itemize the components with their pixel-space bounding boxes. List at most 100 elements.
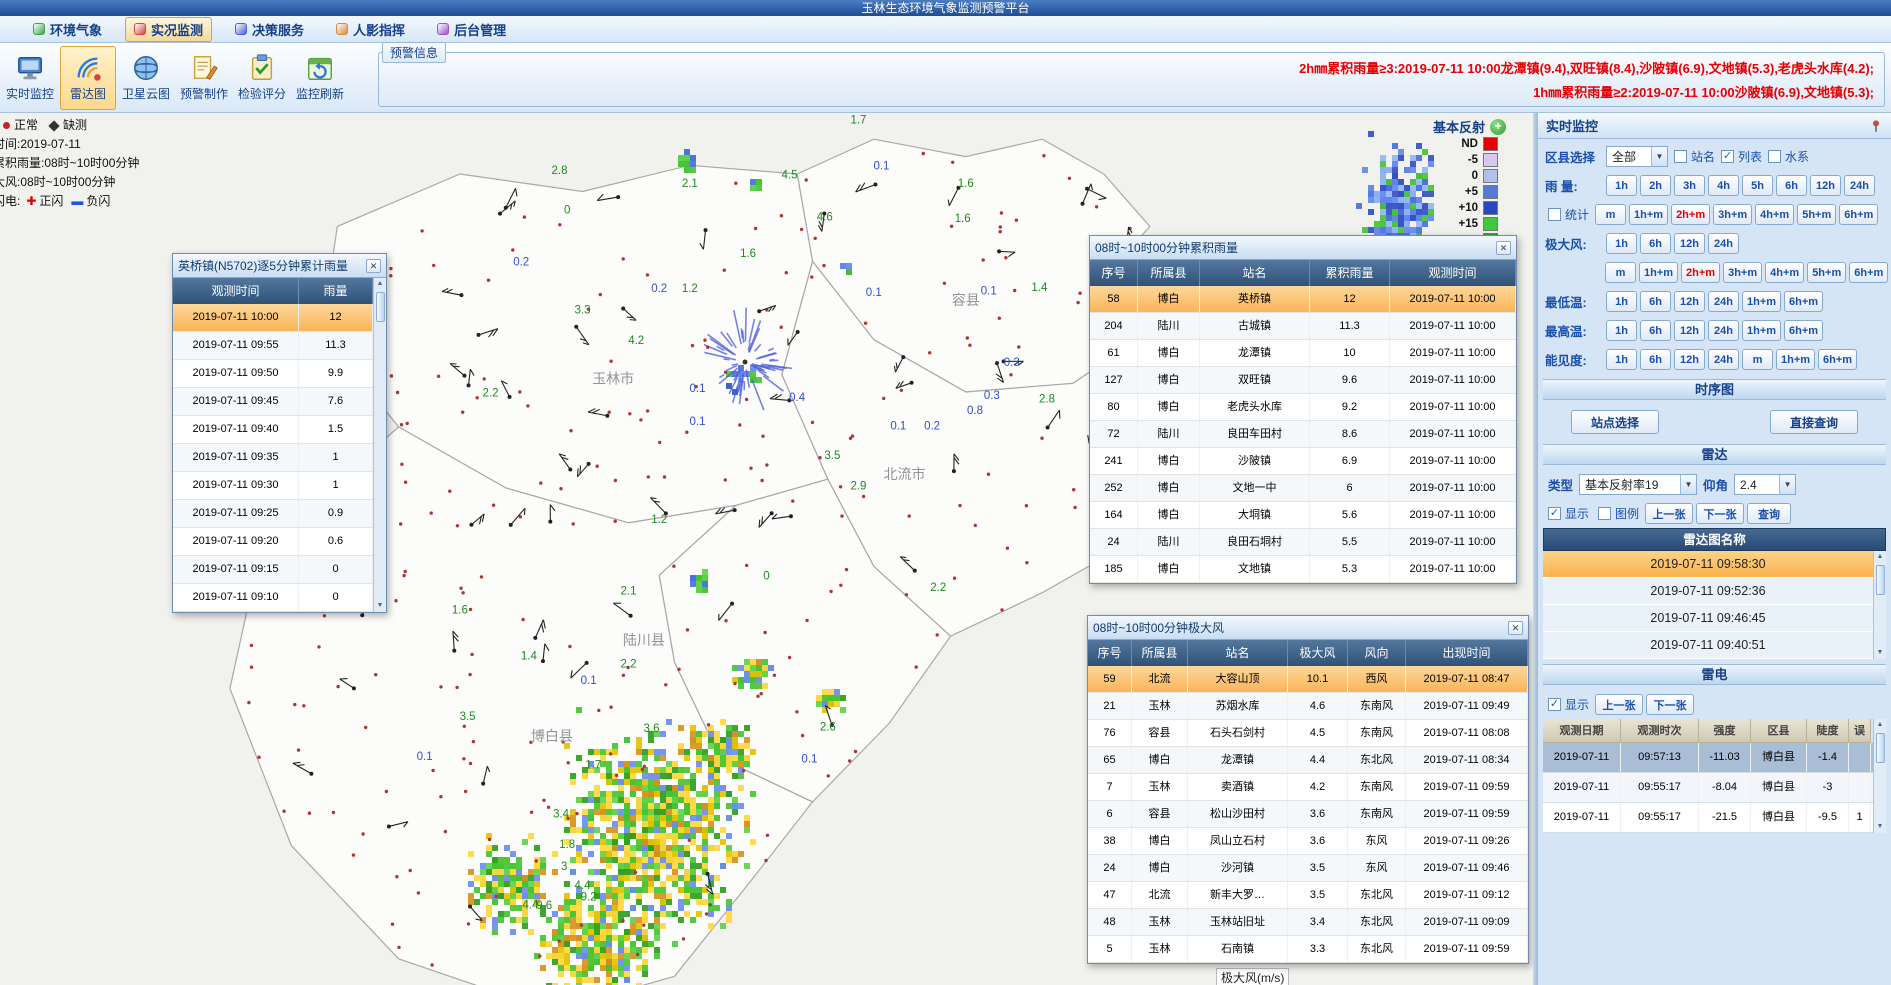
checkbox-显示[interactable]: ✓显示 (1548, 505, 1589, 522)
table-row[interactable]: 5玉林石南镇3.3东北风2019-07-11 09:59 (1088, 936, 1528, 963)
add-icon[interactable]: + (1490, 119, 1506, 135)
radar-type-select[interactable]: 基本反射率19 ▼ (1579, 474, 1697, 495)
checkbox-显示[interactable]: ✓显示 (1548, 696, 1589, 713)
toolbar-button-实时监控[interactable]: 实时监控 (2, 46, 58, 110)
panel-titlebar[interactable]: 08时~10时00分钟极大风 ✕ (1088, 616, 1528, 640)
table-row[interactable]: 24陆川良田石垌村5.52019-07-11 10:00 (1090, 529, 1516, 556)
toolbar-button-雷达图[interactable]: 雷达图 (60, 46, 116, 110)
pin-icon[interactable] (1869, 119, 1883, 133)
table-row[interactable]: 24博白沙河镇3.5东风2019-07-11 09:46 (1088, 855, 1528, 882)
table-row[interactable]: 2019-07-11 09:200.6 (173, 528, 373, 556)
table-row[interactable]: 2019-07-11 09:5511.3 (173, 332, 373, 360)
table-row[interactable]: 127博白双旺镇9.62019-07-11 10:00 (1090, 367, 1516, 394)
radar-elev-select[interactable]: 2.4 ▼ (1734, 474, 1796, 495)
scroll-down-icon[interactable]: ▼ (1877, 647, 1884, 659)
scroll-thumb[interactable] (376, 292, 385, 322)
menu-tab-后台管理[interactable]: 后台管理 (428, 17, 515, 42)
column-header[interactable]: 陡度 (1807, 719, 1849, 743)
table-row[interactable]: 58博白英桥镇122019-07-11 10:00 (1090, 286, 1516, 313)
table-row[interactable]: 2019-07-11 09:401.5 (173, 416, 373, 444)
range-button-6h+m[interactable]: 6h+m (1849, 262, 1888, 283)
table-row[interactable]: 65博白龙潭镇4.4东北风2019-07-11 08:34 (1088, 747, 1528, 774)
next-image-button[interactable]: 下一张 (1646, 694, 1694, 715)
column-header[interactable]: 累积雨量 (1310, 260, 1390, 286)
scrollbar[interactable]: ▲ ▼ (1873, 551, 1886, 659)
panel-titlebar[interactable]: 08时~10时00分钟累积雨量 ✕ (1090, 236, 1516, 260)
table-row[interactable]: 76容县石头石剑村4.5东南风2019-07-11 08:08 (1088, 720, 1528, 747)
range-button-1h+m[interactable]: 1h+m (1639, 262, 1678, 283)
range-button-6h[interactable]: 6h (1640, 349, 1671, 370)
checkbox-列表[interactable]: ✓列表 (1721, 148, 1762, 165)
range-button-2h+m[interactable]: 2h+m (1671, 204, 1710, 225)
next-image-button[interactable]: 下一张 (1696, 503, 1744, 524)
map-area[interactable]: 1.72.12.81.60.11.604.50.23.30.21.20.10.1… (0, 113, 1533, 985)
radar-image-item[interactable]: 2019-07-11 09:40:51 (1543, 632, 1873, 659)
table-row[interactable]: 2019-07-11 09:509.9 (173, 360, 373, 388)
range-button-5h+m[interactable]: 5h+m (1797, 204, 1836, 225)
checkbox-box[interactable] (1598, 507, 1611, 520)
range-button-24h[interactable]: 24h (1708, 349, 1739, 370)
scroll-up-icon[interactable]: ▲ (1877, 719, 1884, 731)
table-row[interactable]: 47北流新丰大罗…3.5东北风2019-07-11 09:12 (1088, 882, 1528, 909)
range-button-5h[interactable]: 5h (1742, 175, 1773, 196)
range-button-6h[interactable]: 6h (1776, 175, 1807, 196)
range-button-6h+m[interactable]: 6h+m (1818, 349, 1857, 370)
radar-image-item[interactable]: 2019-07-11 09:58:30 (1543, 551, 1873, 578)
table-row[interactable]: 7玉林卖酒镇4.2东南风2019-07-11 09:59 (1088, 774, 1528, 801)
range-button-12h[interactable]: 12h (1674, 291, 1705, 312)
range-button-6h[interactable]: 6h (1640, 320, 1671, 341)
table-row[interactable]: 59北流大容山顶10.1西风2019-07-11 08:47 (1088, 666, 1528, 693)
prev-image-button[interactable]: 上一张 (1645, 503, 1693, 524)
table-row[interactable]: 2019-07-11 09:457.6 (173, 388, 373, 416)
range-button-5h+m[interactable]: 5h+m (1807, 262, 1846, 283)
toolbar-button-预警制作[interactable]: 预警制作 (176, 46, 232, 110)
range-button-1h[interactable]: 1h (1606, 349, 1637, 370)
column-header[interactable]: 观测时次 (1621, 719, 1699, 743)
checkbox-box[interactable] (1548, 208, 1561, 221)
column-header[interactable]: 所属县 (1138, 260, 1200, 286)
table-row[interactable]: 2019-07-1109:55:17-21.5博白县-9.51 (1543, 803, 1873, 833)
range-button-1h[interactable]: 1h (1606, 320, 1637, 341)
scroll-up-icon[interactable]: ▲ (1877, 551, 1884, 563)
range-button-1h+m[interactable]: 1h+m (1776, 349, 1815, 370)
range-button-6h[interactable]: 6h (1640, 291, 1671, 312)
range-button-1h+m[interactable]: 1h+m (1629, 204, 1668, 225)
column-header[interactable]: 风向 (1348, 640, 1406, 666)
column-header[interactable]: 站名 (1200, 260, 1310, 286)
range-button-24h[interactable]: 24h (1708, 233, 1739, 254)
table-row[interactable]: 48玉林玉林站旧址3.4东北风2019-07-11 09:09 (1088, 909, 1528, 936)
table-row[interactable]: 6容县松山沙田村3.6东南风2019-07-11 09:59 (1088, 801, 1528, 828)
direct-query-button[interactable]: 直接查询 (1770, 410, 1858, 434)
column-header[interactable]: 序号 (1090, 260, 1138, 286)
close-icon[interactable]: ✕ (366, 259, 381, 273)
column-header[interactable]: 出现时间 (1406, 640, 1528, 666)
table-row[interactable]: 2019-07-11 09:301 (173, 472, 373, 500)
range-button-24h[interactable]: 24h (1708, 320, 1739, 341)
table-row[interactable]: 2019-07-11 09:100 (173, 584, 373, 612)
table-row[interactable]: 72陆川良田车田村8.62019-07-11 10:00 (1090, 421, 1516, 448)
range-button-m[interactable]: m (1605, 262, 1636, 283)
range-button-24h[interactable]: 24h (1708, 291, 1739, 312)
menu-tab-环境气象[interactable]: 环境气象 (24, 17, 111, 42)
column-header[interactable]: 观测时间 (173, 278, 299, 304)
checkbox-box[interactable]: ✓ (1548, 698, 1561, 711)
menu-tab-人影指挥[interactable]: 人影指挥 (327, 17, 414, 42)
toolbar-button-检验评分[interactable]: 检验评分 (234, 46, 290, 110)
range-button-3h[interactable]: 3h (1674, 175, 1705, 196)
range-button-4h+m[interactable]: 4h+m (1765, 262, 1804, 283)
range-button-4h+m[interactable]: 4h+m (1755, 204, 1794, 225)
column-header[interactable]: 站名 (1188, 640, 1288, 666)
table-row[interactable]: 185博白文地镇5.32019-07-11 10:00 (1090, 556, 1516, 583)
table-row[interactable]: 2019-07-11 09:351 (173, 444, 373, 472)
query-button[interactable]: 查询 (1747, 503, 1791, 524)
checkbox-图例[interactable]: 图例 (1598, 505, 1639, 522)
range-button-6h+m[interactable]: 6h+m (1784, 291, 1823, 312)
station-select-button[interactable]: 站点选择 (1571, 410, 1659, 434)
range-button-m[interactable]: m (1742, 349, 1773, 370)
prev-image-button[interactable]: 上一张 (1595, 694, 1643, 715)
range-button-2h[interactable]: 2h (1640, 175, 1671, 196)
column-header[interactable]: 雨量 (299, 278, 373, 304)
range-button-24h[interactable]: 24h (1844, 175, 1875, 196)
checkbox-box[interactable] (1768, 150, 1781, 163)
checkbox-统计[interactable]: 统计 (1548, 206, 1589, 223)
